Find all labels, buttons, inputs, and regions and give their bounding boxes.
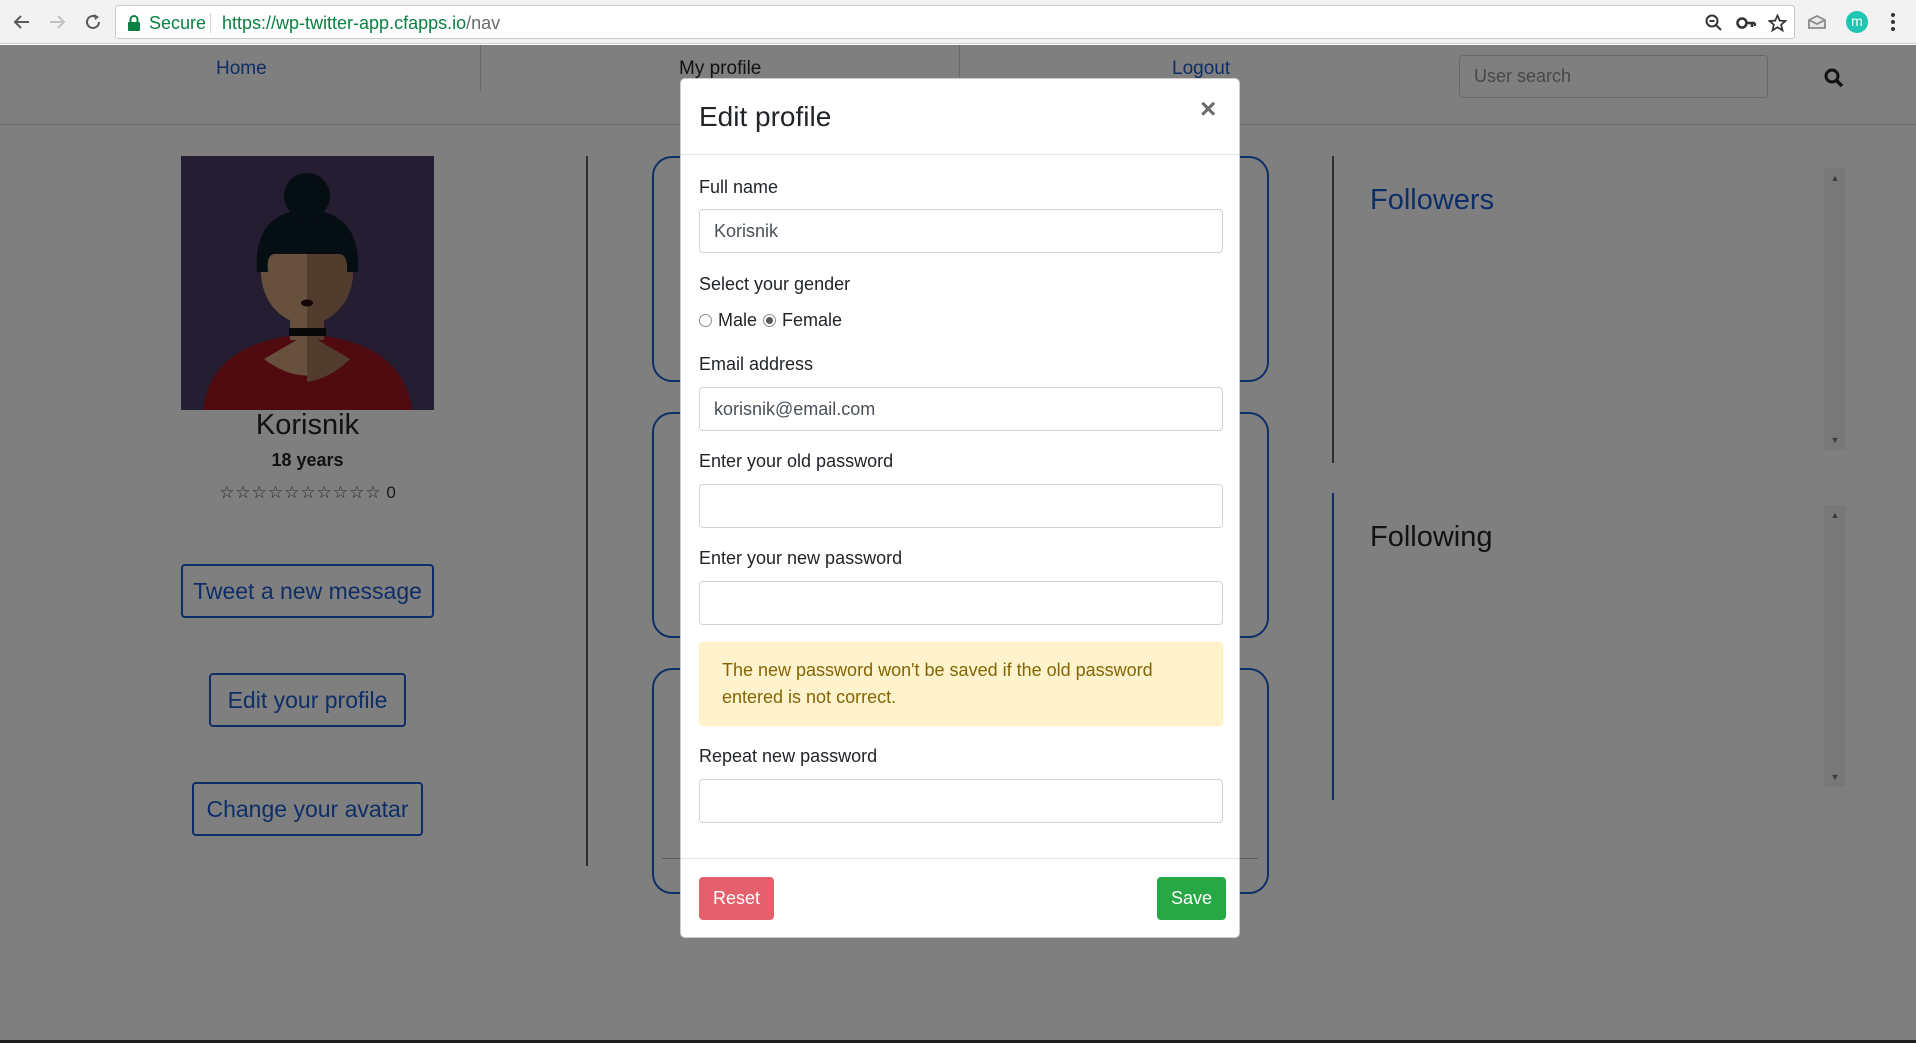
modal-title: Edit profile [699, 101, 832, 132]
password-warning-alert: The new password won't be saved if the o… [699, 642, 1223, 726]
gender-female-label[interactable]: Female [782, 310, 842, 331]
new-password-label: Enter your new password [699, 548, 903, 568]
url-host: https://wp-twitter-app.cfapps.io [222, 13, 467, 33]
reload-icon[interactable] [82, 11, 104, 33]
secure-label: Secure [149, 13, 207, 33]
email-label: Email address [699, 354, 814, 374]
zoom-icon[interactable] [1705, 14, 1723, 32]
gender-radio-group: Male Female [699, 310, 842, 331]
address-bar[interactable]: Secure https://wp-twitter-app.cfapps.io/… [115, 5, 1795, 39]
full-name-label: Full name [699, 177, 779, 197]
gender-male-label[interactable]: Male [718, 310, 757, 331]
modal-footer: Reset Save [681, 858, 1239, 938]
key-icon[interactable] [1736, 14, 1756, 32]
new-password-input[interactable] [699, 581, 1223, 625]
back-arrow-icon[interactable] [11, 11, 33, 33]
old-password-label: Enter your old password [699, 451, 894, 471]
extension-icon[interactable] [1806, 11, 1828, 33]
forward-arrow-icon[interactable] [46, 11, 68, 33]
url-path: /nav [466, 13, 501, 33]
gender-label: Select your gender [699, 274, 851, 294]
browser-toolbar: Secure https://wp-twitter-app.cfapps.io/… [0, 0, 1916, 44]
repeat-password-label: Repeat new password [699, 746, 878, 766]
url-text[interactable]: https://wp-twitter-app.cfapps.io/nav [222, 13, 500, 34]
gender-female-radio[interactable] [763, 314, 777, 327]
full-name-input[interactable] [699, 209, 1223, 253]
old-password-input[interactable] [699, 484, 1223, 528]
gender-male-radio[interactable] [699, 314, 712, 327]
modal-header: Edit profile × [681, 79, 1239, 155]
reset-button[interactable]: Reset [699, 877, 775, 920]
edit-profile-modal: Edit profile × Full name Select your gen… [680, 78, 1240, 938]
star-icon[interactable] [1768, 14, 1787, 32]
save-button[interactable]: Save [1157, 877, 1227, 920]
close-icon[interactable]: × [1200, 95, 1216, 123]
email-field[interactable] [699, 387, 1223, 431]
omnibox-divider [210, 13, 211, 33]
repeat-password-input[interactable] [699, 779, 1223, 823]
kebab-menu-icon[interactable] [1889, 11, 1897, 33]
lock-icon [127, 15, 141, 31]
profile-avatar-icon[interactable]: m [1846, 11, 1868, 33]
